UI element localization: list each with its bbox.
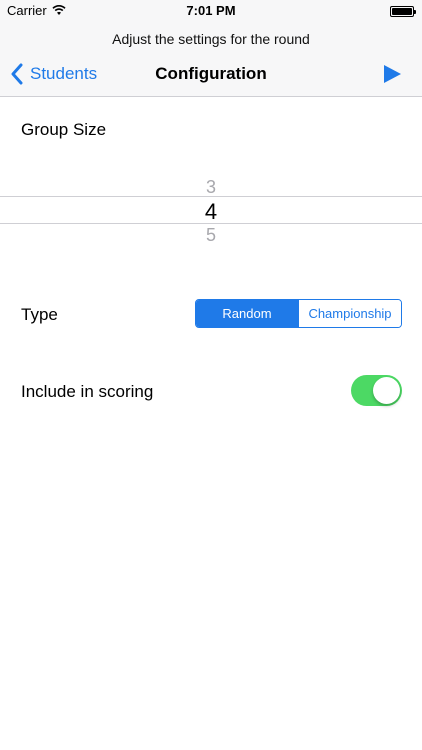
type-label: Type	[21, 305, 58, 324]
include-in-scoring-toggle[interactable]	[351, 375, 402, 406]
status-bar: Carrier 7:01 PM	[0, 0, 422, 22]
status-time: 7:01 PM	[186, 3, 236, 18]
picker-option-3[interactable]: 3	[0, 177, 422, 198]
segment-championship[interactable]: Championship	[298, 300, 401, 327]
back-button-label: Students	[30, 64, 98, 83]
group-size-label: Group Size	[21, 120, 107, 139]
type-segmented-control[interactable]: Random Championship	[195, 299, 402, 328]
include-in-scoring-label: Include in scoring	[21, 382, 154, 401]
play-icon[interactable]	[382, 64, 402, 84]
segment-random[interactable]: Random	[196, 300, 298, 327]
navigation-prompt: Adjust the settings for the round	[112, 31, 310, 47]
top-bar: Carrier 7:01 PM Adjust the settings for …	[0, 0, 422, 97]
toggle-knob	[373, 377, 400, 404]
back-button[interactable]: Students	[10, 60, 97, 88]
group-size-picker[interactable]: 3 4 5	[0, 172, 422, 246]
picker-option-selected[interactable]: 4	[0, 199, 422, 225]
battery-icon	[390, 6, 416, 17]
picker-option-5[interactable]: 5	[0, 225, 422, 246]
chevron-left-icon	[11, 63, 23, 85]
